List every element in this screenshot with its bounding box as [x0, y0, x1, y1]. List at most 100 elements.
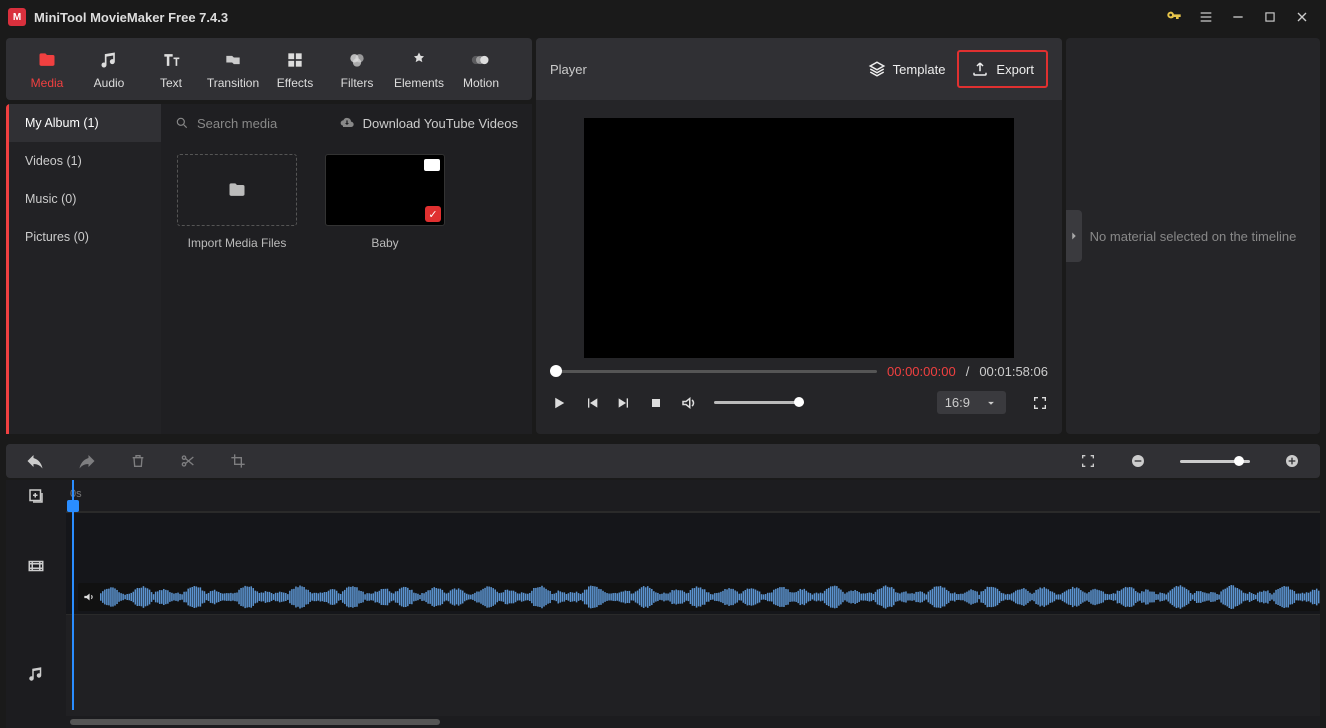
zoom-slider[interactable] — [1180, 460, 1250, 463]
sidebar-item-music[interactable]: Music (0) — [9, 180, 161, 218]
elements-icon — [409, 48, 429, 72]
tool-label: Audio — [94, 76, 125, 90]
tool-filters[interactable]: Filters — [326, 48, 388, 90]
tool-text[interactable]: Text — [140, 48, 202, 90]
tool-effects[interactable]: Effects — [264, 48, 326, 90]
app-title: MiniTool MovieMaker Free 7.4.3 — [34, 10, 228, 25]
titlebar: M MiniTool MovieMaker Free 7.4.3 — [0, 0, 1326, 34]
play-button[interactable] — [550, 394, 568, 412]
close-icon[interactable] — [1286, 9, 1318, 25]
folder-icon — [37, 48, 57, 72]
text-icon — [161, 48, 181, 72]
audio-track[interactable] — [66, 614, 1320, 716]
properties-panel: No material selected on the timeline — [1066, 38, 1320, 434]
volume-icon[interactable] — [680, 394, 698, 412]
search-placeholder: Search media — [197, 116, 277, 131]
export-button[interactable]: Export — [957, 50, 1048, 88]
zoom-out-button[interactable] — [1130, 453, 1146, 469]
folder-icon — [227, 180, 247, 200]
maximize-icon[interactable] — [1254, 10, 1286, 24]
delete-button[interactable] — [130, 453, 146, 469]
tool-label: Effects — [277, 76, 313, 90]
undo-button[interactable] — [26, 452, 44, 470]
music-note-icon — [99, 48, 119, 72]
next-frame-button[interactable] — [616, 395, 632, 411]
tile-label: Import Media Files — [188, 236, 287, 250]
timeline-ruler[interactable]: 0s — [66, 480, 1320, 512]
upgrade-key-icon[interactable] — [1158, 9, 1190, 25]
menu-hamburger-icon[interactable] — [1190, 9, 1222, 25]
tool-label: Transition — [207, 76, 259, 90]
aspect-ratio-select[interactable]: 16:9 — [937, 391, 1006, 414]
player-panel: Player Template Export 00:00:00:00 / 00:… — [536, 38, 1062, 434]
time-total: 00:01:58:06 — [979, 364, 1048, 379]
app-logo: M — [8, 8, 26, 26]
main-toolbar: Media Audio Text Transition Effects Filt… — [6, 38, 532, 100]
video-clip[interactable] — [78, 583, 1320, 611]
tool-motion[interactable]: Motion — [450, 48, 512, 90]
tile-label: Baby — [371, 236, 398, 250]
time-current: 00:00:00:00 — [887, 364, 956, 379]
playback-scrubber[interactable] — [550, 370, 877, 373]
crop-button[interactable] — [230, 453, 246, 469]
sidebar-item-videos[interactable]: Videos (1) — [9, 142, 161, 180]
tool-label: Media — [31, 76, 64, 90]
check-icon: ✓ — [425, 206, 441, 222]
cloud-download-icon — [339, 115, 355, 131]
media-panel: Media Audio Text Transition Effects Filt… — [0, 34, 536, 434]
chevron-down-icon — [984, 396, 998, 410]
video-preview[interactable] — [584, 118, 1014, 358]
timeline-scrollbar[interactable] — [66, 716, 1320, 728]
add-track-button[interactable] — [6, 480, 66, 512]
tool-transition[interactable]: Transition — [202, 48, 264, 90]
sidebar-item-my-album[interactable]: My Album (1) — [9, 104, 161, 142]
fit-timeline-button[interactable] — [1080, 453, 1096, 469]
collapse-properties-button[interactable] — [1066, 210, 1082, 262]
video-track-icon — [6, 512, 66, 620]
stop-button[interactable] — [648, 395, 664, 411]
template-button[interactable]: Template — [856, 52, 958, 86]
speaker-icon — [78, 590, 100, 604]
aspect-value: 16:9 — [945, 395, 970, 410]
tool-label: Text — [160, 76, 182, 90]
minimize-icon[interactable] — [1222, 9, 1254, 25]
prev-frame-button[interactable] — [584, 395, 600, 411]
audio-track-icon — [6, 620, 66, 728]
fullscreen-button[interactable] — [1032, 395, 1048, 411]
media-sidebar: My Album (1) Videos (1) Music (0) Pictur… — [9, 104, 161, 434]
import-media-tile[interactable]: Import Media Files — [173, 154, 301, 422]
tool-label: Elements — [394, 76, 444, 90]
tool-label: Motion — [463, 76, 499, 90]
tool-label: Filters — [341, 76, 374, 90]
filters-icon — [347, 48, 367, 72]
redo-button[interactable] — [78, 452, 96, 470]
zoom-in-button[interactable] — [1284, 453, 1300, 469]
sidebar-item-pictures[interactable]: Pictures (0) — [9, 218, 161, 256]
layers-icon — [868, 60, 886, 78]
export-label: Export — [996, 62, 1034, 77]
tool-media[interactable]: Media — [16, 48, 78, 90]
timeline-toolbar — [6, 444, 1320, 478]
tool-audio[interactable]: Audio — [78, 48, 140, 90]
video-track[interactable] — [66, 512, 1320, 614]
time-separator: / — [966, 364, 970, 379]
properties-empty-text: No material selected on the timeline — [1090, 229, 1297, 244]
download-label: Download YouTube Videos — [363, 116, 518, 131]
template-label: Template — [893, 62, 946, 77]
tool-elements[interactable]: Elements — [388, 48, 450, 90]
video-clip-icon — [424, 159, 440, 171]
media-tile-baby[interactable]: ✓ Baby — [321, 154, 449, 422]
motion-icon — [471, 48, 491, 72]
search-icon — [175, 116, 189, 130]
volume-slider[interactable] — [714, 401, 804, 404]
audio-waveform — [100, 584, 1320, 610]
split-button[interactable] — [180, 453, 196, 469]
search-media[interactable]: Search media — [175, 116, 339, 131]
player-title: Player — [550, 62, 856, 77]
export-icon — [971, 60, 989, 78]
timeline: 0s — [6, 480, 1320, 728]
effects-icon — [285, 48, 305, 72]
playhead[interactable] — [72, 480, 74, 710]
transition-icon — [223, 48, 243, 72]
download-youtube-button[interactable]: Download YouTube Videos — [339, 115, 518, 131]
